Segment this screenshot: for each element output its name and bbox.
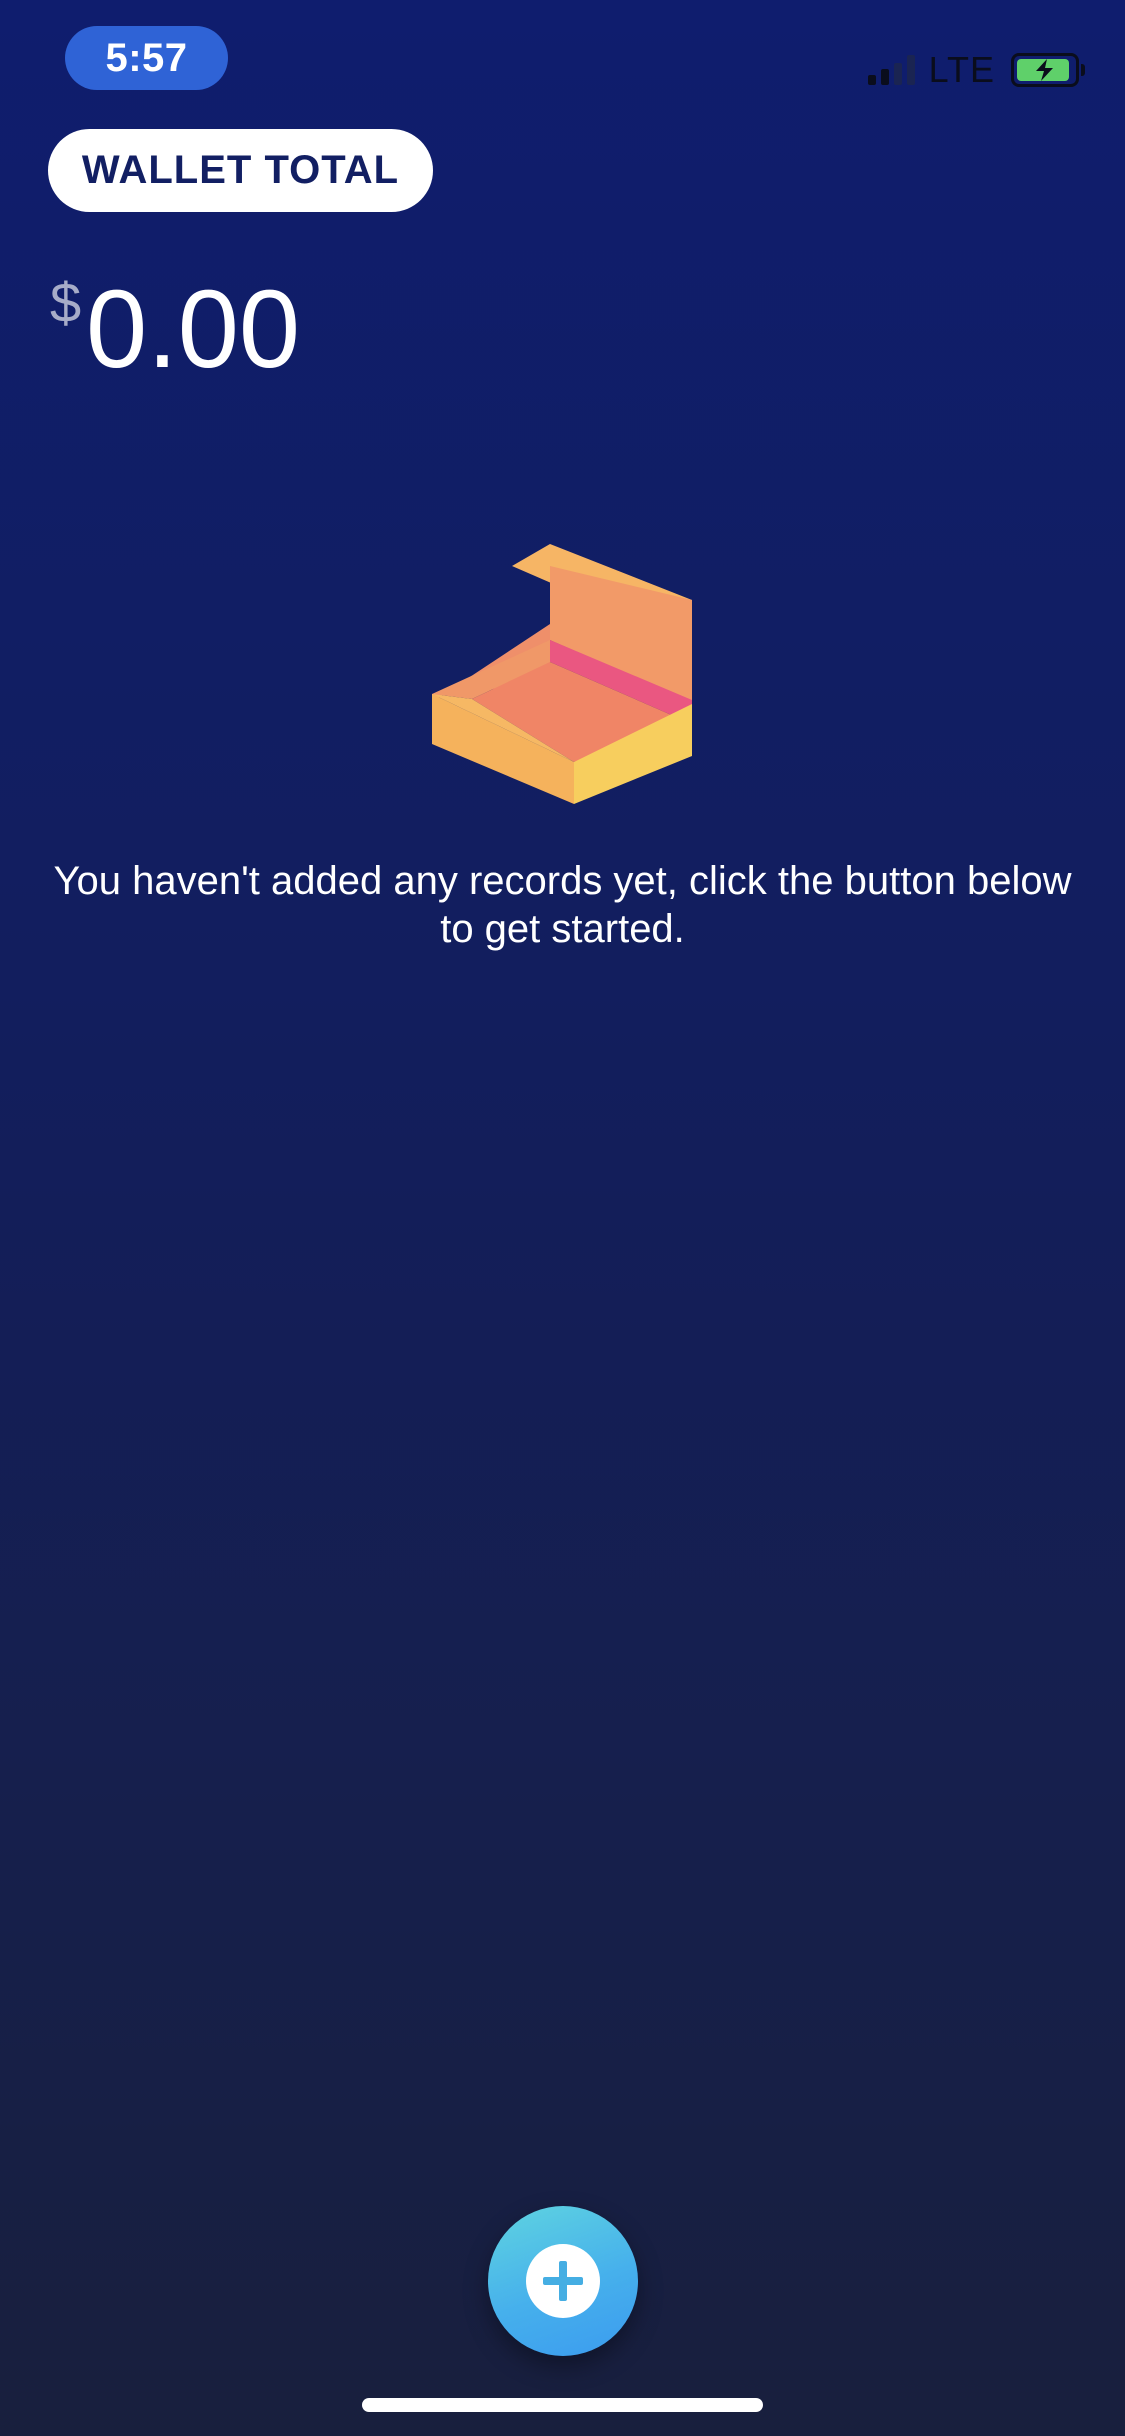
network-type: LTE [928,49,995,90]
empty-state-message: You haven't added any records yet, click… [53,859,1072,951]
open-box-icon [432,544,692,804]
home-indicator[interactable] [362,2398,763,2412]
status-bar: 5:57 LTE [0,0,1125,120]
plus-icon [526,2244,600,2318]
battery-charging-icon [1011,53,1085,87]
balance-amount: 0.00 [86,268,301,391]
status-time[interactable]: 5:57 [65,26,228,90]
add-record-button[interactable] [488,2206,638,2356]
wallet-total-label[interactable]: WALLET TOTAL [48,129,433,212]
currency-symbol: $ [50,271,82,334]
cellular-signal-icon [867,55,915,85]
status-indicators: LTE [867,49,1085,90]
